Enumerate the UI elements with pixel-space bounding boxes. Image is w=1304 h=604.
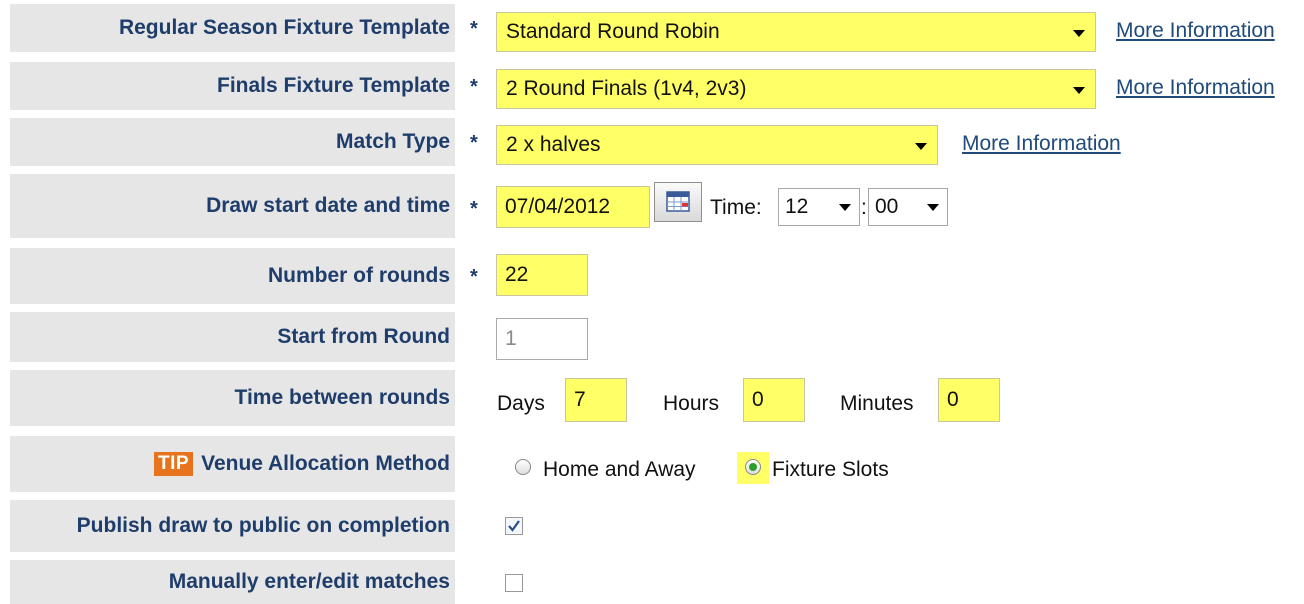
venue-label: TIP Venue Allocation Method (10, 436, 455, 492)
time-label: Time: (710, 196, 762, 219)
publish-label-text: Publish draw to public on completion (76, 514, 450, 537)
start-round-input[interactable]: 1 (496, 318, 588, 360)
required-marker: * (470, 198, 478, 220)
hours-value: 0 (752, 388, 764, 411)
radio-home-away-label: Home and Away (543, 458, 696, 481)
minutes-input[interactable]: 0 (938, 378, 1000, 422)
calendar-button[interactable] (654, 182, 702, 222)
start-round-label-text: Start from Round (277, 325, 450, 348)
hour-value: 12 (785, 195, 809, 218)
rounds-label-text: Number of rounds (268, 264, 450, 287)
chevron-down-icon (1073, 30, 1085, 37)
days-value: 7 (574, 388, 586, 411)
chevron-down-icon (1073, 87, 1085, 94)
hours-label: Hours (663, 392, 720, 415)
match-type-label: Match Type (10, 118, 455, 166)
chevron-down-icon (915, 143, 927, 150)
regular-season-select[interactable]: Standard Round Robin (496, 12, 1096, 52)
start-round-value: 1 (505, 327, 517, 350)
hour-select[interactable]: 12 (778, 188, 860, 226)
publish-checkbox[interactable] (505, 517, 523, 535)
more-info-link[interactable]: More Information (1116, 19, 1275, 43)
required-marker: * (470, 76, 478, 98)
minutes-label: Minutes (840, 392, 914, 415)
minutes-value: 0 (947, 388, 959, 411)
radio-fixture-slots-label: Fixture Slots (772, 458, 889, 481)
minute-select[interactable]: 00 (868, 188, 948, 226)
hours-input[interactable]: 0 (743, 378, 805, 422)
finals-label-text: Finals Fixture Template (217, 74, 450, 97)
rounds-value: 22 (505, 263, 529, 286)
radio-fixture-slots[interactable] (745, 459, 761, 475)
start-round-label: Start from Round (10, 312, 455, 362)
check-icon (508, 520, 520, 532)
time-separator: : (861, 196, 867, 219)
draw-start-label: Draw start date and time (10, 174, 455, 238)
draw-start-date-input[interactable]: 07/04/2012 (496, 186, 650, 228)
chevron-down-icon (839, 204, 851, 211)
publish-label: Publish draw to public on completion (10, 500, 455, 552)
time-between-label-text: Time between rounds (234, 386, 451, 409)
minute-value: 00 (875, 195, 899, 218)
required-marker: * (470, 132, 478, 154)
required-marker: * (470, 266, 478, 288)
required-marker: * (470, 18, 478, 40)
days-label: Days (497, 392, 545, 415)
days-input[interactable]: 7 (565, 378, 627, 422)
manual-checkbox[interactable] (505, 574, 523, 592)
rounds-input[interactable]: 22 (496, 254, 588, 296)
draw-start-date-value: 07/04/2012 (505, 195, 611, 218)
manual-label-text: Manually enter/edit matches (168, 570, 450, 593)
match-type-select[interactable]: 2 x halves (496, 125, 938, 165)
radio-home-away[interactable] (515, 459, 531, 475)
draw-start-label-text: Draw start date and time (206, 194, 450, 217)
venue-label-text: Venue Allocation Method (201, 452, 450, 475)
finals-label: Finals Fixture Template (10, 62, 455, 110)
regular-season-value: Standard Round Robin (506, 20, 720, 43)
more-info-link[interactable]: More Information (1116, 76, 1275, 100)
regular-season-label: Regular Season Fixture Template (10, 4, 455, 52)
finals-value: 2 Round Finals (1v4, 2v3) (506, 77, 747, 100)
manual-label: Manually enter/edit matches (10, 560, 455, 604)
rounds-label: Number of rounds (10, 248, 455, 304)
time-between-label: Time between rounds (10, 370, 455, 426)
finals-select[interactable]: 2 Round Finals (1v4, 2v3) (496, 69, 1096, 109)
more-info-link[interactable]: More Information (962, 132, 1121, 156)
calendar-icon (666, 191, 690, 212)
match-type-value: 2 x halves (506, 133, 601, 156)
chevron-down-icon (927, 204, 939, 211)
regular-season-label-text: Regular Season Fixture Template (118, 16, 450, 39)
match-type-label-text: Match Type (336, 130, 450, 153)
tip-badge[interactable]: TIP (154, 452, 194, 476)
